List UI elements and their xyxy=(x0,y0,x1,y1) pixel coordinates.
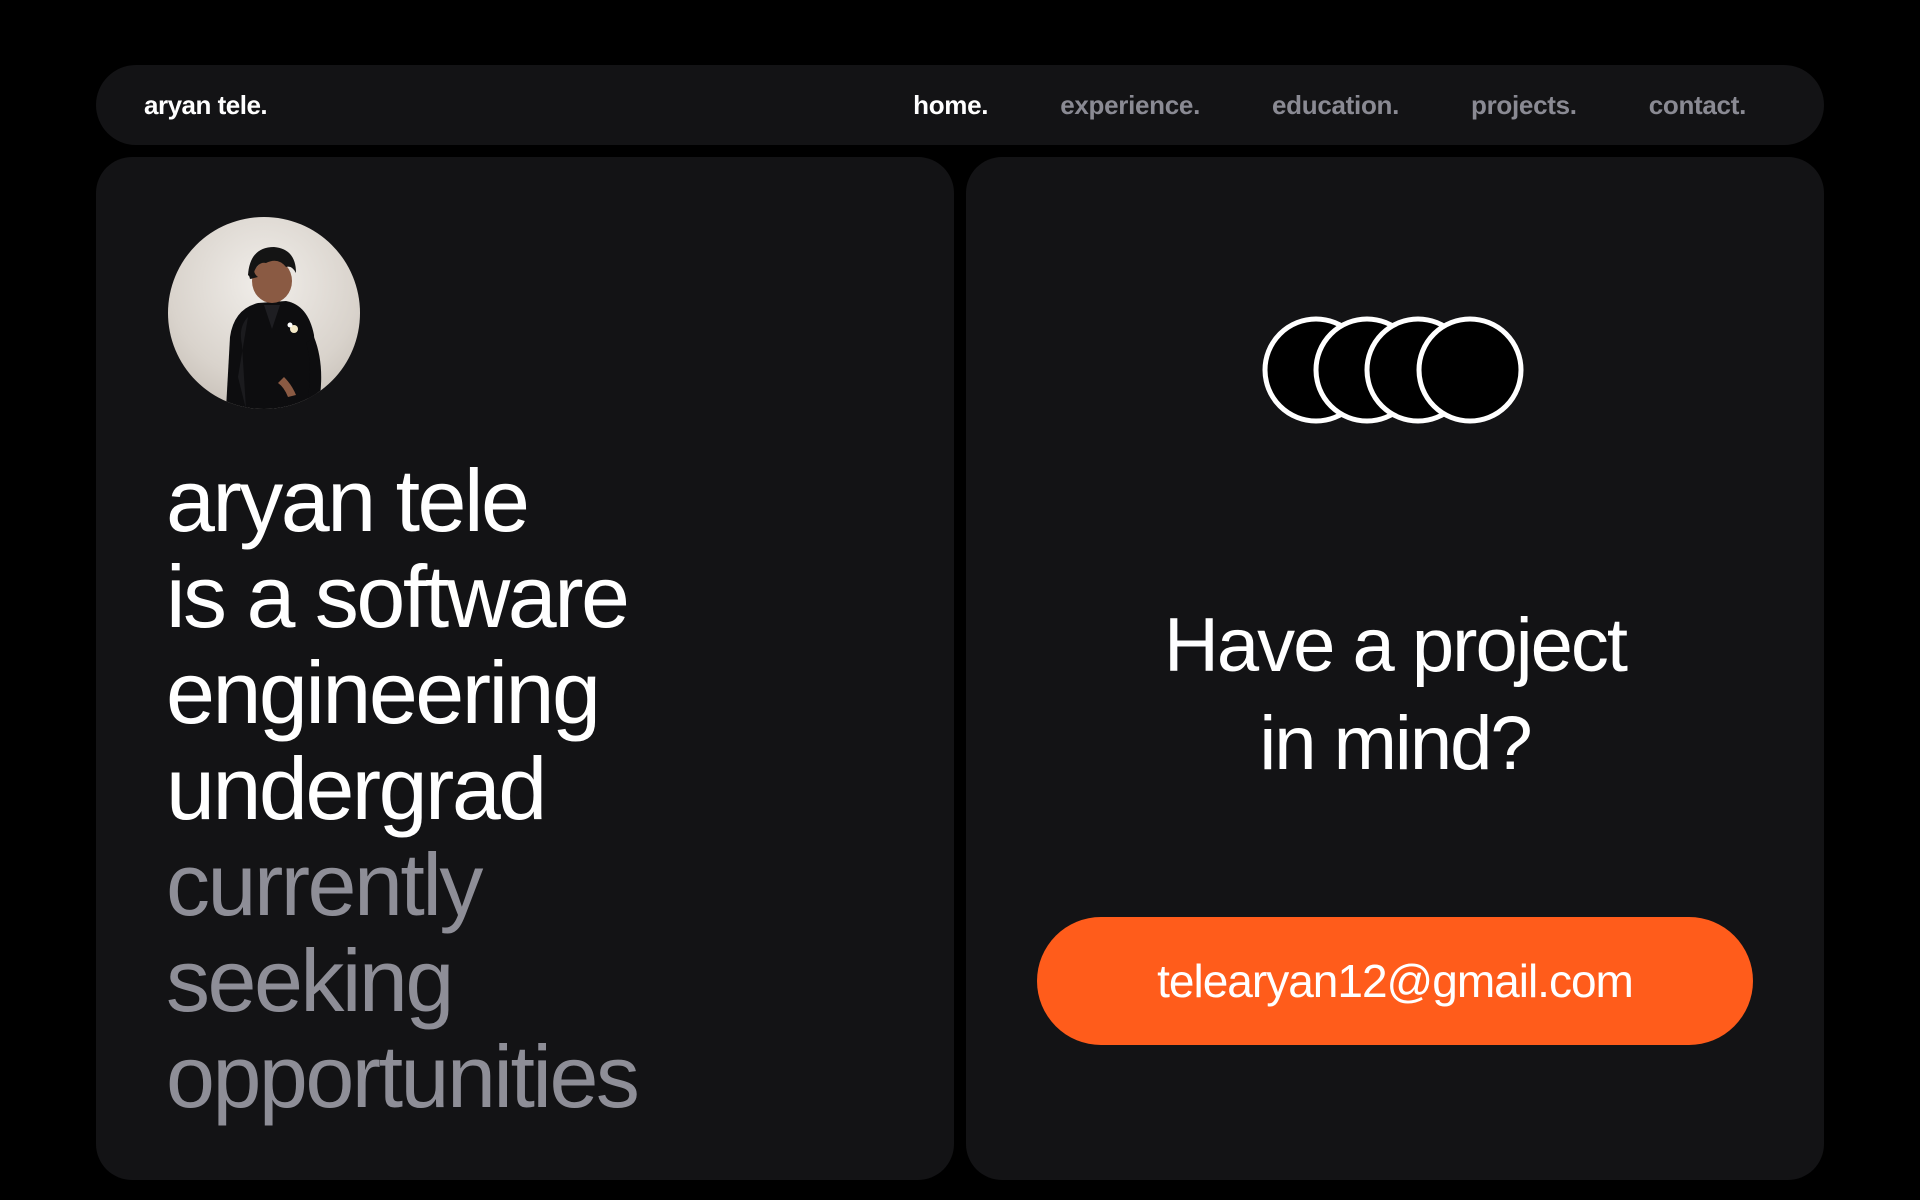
profile-photo xyxy=(226,247,322,409)
headline-muted-line: currently xyxy=(166,835,483,934)
headline-line: engineering xyxy=(166,643,601,742)
nav-home-link[interactable]: home. xyxy=(913,90,988,121)
nav-education-link[interactable]: education. xyxy=(1272,90,1399,121)
nav-projects-link[interactable]: projects. xyxy=(1471,90,1577,121)
brand-logo[interactable]: aryan tele. xyxy=(144,90,268,121)
contact-card: Have a project in mind? telearyan12@gmai… xyxy=(966,157,1824,1180)
headline-muted-line: seeking xyxy=(166,931,454,1030)
intro-card: aryan tele is a software engineering und… xyxy=(96,157,954,1180)
cta-title-line: Have a project xyxy=(1163,603,1628,688)
nav-contact-link[interactable]: contact. xyxy=(1649,90,1747,121)
avatar xyxy=(168,217,360,409)
cta-title-line: in mind? xyxy=(1259,701,1532,786)
headline-line: is a software xyxy=(166,547,630,646)
intro-headline: aryan tele is a software engineering und… xyxy=(166,451,640,1126)
headline-line: aryan tele xyxy=(166,451,530,550)
portfolio-page: aryan tele. home. experience. education.… xyxy=(0,0,1920,1200)
nav-links: home. experience. education. projects. c… xyxy=(913,90,1746,121)
email-button[interactable]: telearyan12@gmail.com xyxy=(1037,917,1753,1045)
headline-line: undergrad xyxy=(166,739,547,838)
cta-title: Have a project in mind? xyxy=(966,597,1824,793)
four-overlapping-circles-icon xyxy=(1262,316,1524,424)
top-navbar: aryan tele. home. experience. education.… xyxy=(96,65,1824,145)
headline-muted-line: opportunities xyxy=(166,1027,640,1126)
nav-experience-link[interactable]: experience. xyxy=(1060,90,1200,121)
